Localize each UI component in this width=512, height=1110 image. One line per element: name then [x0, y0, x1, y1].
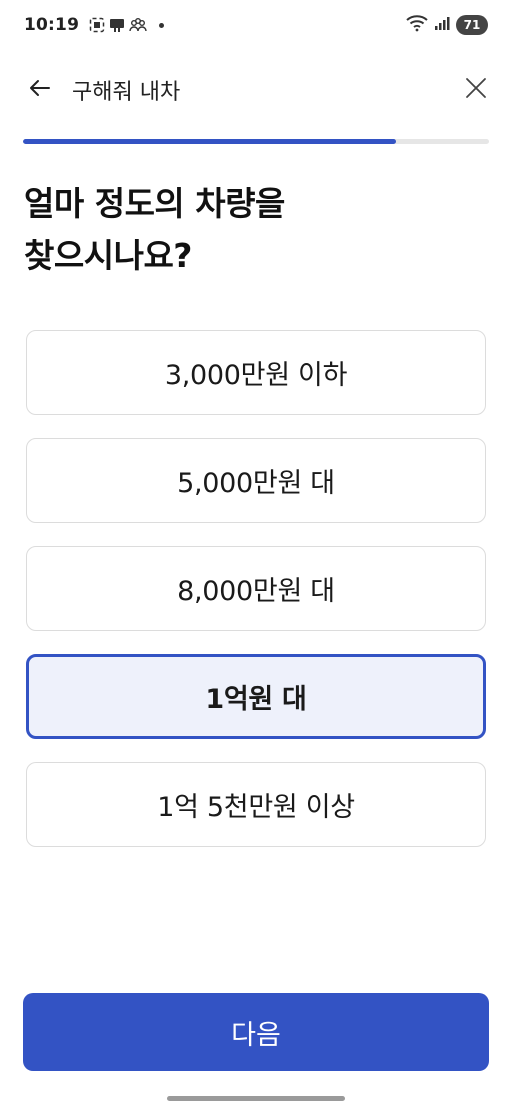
- status-time: 10:19: [24, 15, 80, 35]
- app-header: 구해줘 내차: [0, 62, 512, 118]
- question-suffix: 을: [255, 184, 285, 223]
- option-50m-range[interactable]: 5,000만원 대: [26, 438, 486, 523]
- close-button[interactable]: [462, 76, 490, 104]
- screenshot-icon: [89, 17, 105, 33]
- screen: 10:19 71 구해줘 내차 얼마 정도의 차량을 찾으시나요? 3,000만…: [0, 0, 512, 1110]
- arrow-left-icon: [28, 76, 52, 104]
- question-prefix: 얼마 정도의: [24, 184, 196, 223]
- status-system-icons: 71: [406, 14, 488, 37]
- home-indicator[interactable]: [167, 1096, 345, 1101]
- back-button[interactable]: [26, 76, 54, 104]
- card-icon: [109, 17, 125, 33]
- budget-options-list: 3,000만원 이하 5,000만원 대 8,000만원 대 1억원 대 1억 …: [26, 330, 486, 870]
- next-button[interactable]: 다음: [23, 993, 489, 1071]
- wifi-icon: [406, 14, 428, 37]
- option-over-150m[interactable]: 1억 5천만원 이상: [26, 762, 486, 847]
- question-heading: 얼마 정도의 차량을 찾으시나요?: [24, 178, 488, 282]
- notification-dot-icon: [159, 22, 165, 28]
- status-notification-icons: [89, 17, 165, 33]
- progress-fill: [23, 139, 396, 144]
- option-80m-range[interactable]: 8,000만원 대: [26, 546, 486, 631]
- question-line-1: 얼마 정도의 차량을: [24, 178, 488, 230]
- status-bar: 10:19 71: [0, 0, 512, 50]
- close-icon: [464, 76, 488, 104]
- option-100m-range[interactable]: 1억원 대: [26, 654, 486, 739]
- people-icon: [129, 17, 147, 33]
- page-title: 구해줘 내차: [72, 80, 181, 105]
- question-emphasis: 차량: [195, 184, 256, 223]
- option-under-30m[interactable]: 3,000만원 이하: [26, 330, 486, 415]
- question-line-2: 찾으시나요?: [24, 236, 192, 275]
- signal-icon: [434, 15, 450, 36]
- battery-icon: 71: [456, 15, 488, 35]
- progress-bar: [23, 139, 489, 144]
